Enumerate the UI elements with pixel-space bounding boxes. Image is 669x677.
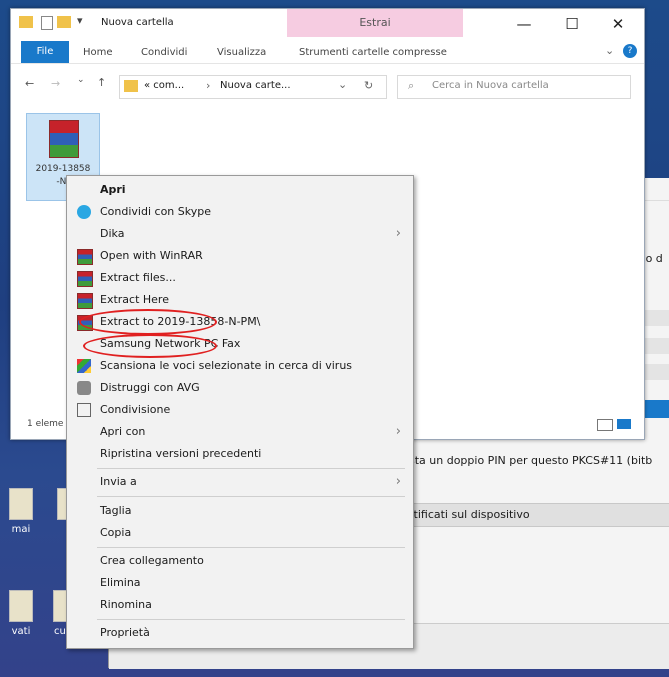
chevron-right-icon: ›: [395, 226, 401, 241]
menu-item-condividi-skype[interactable]: Condividi con Skype: [67, 201, 413, 223]
tab-condividi[interactable]: Condividi: [141, 44, 187, 62]
tab-visualizza[interactable]: Visualizza: [217, 44, 266, 62]
menu-item-label: Taglia: [100, 504, 132, 517]
file-name: 2019-13858: [35, 164, 91, 174]
navigation-bar: ← → ⌄ ↑ « com... › Nuova carte... ⌄ ↻ ⌕ …: [11, 67, 644, 101]
desktop-icon[interactable]: mai: [0, 488, 42, 548]
menu-item-condivisione[interactable]: Condivisione: [67, 399, 413, 421]
title-bar[interactable]: ▾ Nuova cartella Estrai — ☐ ✕: [11, 9, 644, 41]
chevron-right-icon: ›: [395, 474, 401, 489]
menu-item-crea-collegamento[interactable]: Crea collegamento: [67, 550, 413, 572]
menu-item-label: Proprietà: [100, 626, 150, 639]
menu-item-ripristina-versioni[interactable]: Ripristina versioni precedenti: [67, 443, 413, 465]
back-icon[interactable]: ←: [25, 77, 34, 90]
ribbon-context-tab-estrai[interactable]: Estrai: [287, 9, 463, 37]
desktop-icon-label: vati: [11, 626, 31, 637]
menu-item-taglia[interactable]: Taglia: [67, 500, 413, 522]
menu-separator: [97, 496, 405, 497]
winrar-icon: [49, 120, 79, 158]
avg-icon: [77, 359, 91, 373]
menu-item-label: Rinomina: [100, 598, 152, 611]
highlight-oval-samsung-fax: [83, 334, 217, 358]
menu-item-label: Extract Here: [100, 293, 169, 306]
ribbon-expand-icon[interactable]: ⌄: [605, 44, 614, 57]
menu-item-label: Crea collegamento: [100, 554, 204, 567]
search-input[interactable]: Cerca in Nuova cartella: [432, 80, 549, 91]
status-text: 1 eleme: [27, 419, 64, 429]
highlight-oval-extract-to: [79, 309, 217, 335]
desktop-icon-label: mai: [11, 524, 31, 535]
menu-item-label: Extract files...: [100, 271, 176, 284]
menu-item-label: Condivisione: [100, 403, 171, 416]
menu-item-label: Open with WinRAR: [100, 249, 203, 262]
help-icon[interactable]: ?: [623, 44, 637, 58]
close-button[interactable]: ✕: [595, 9, 641, 39]
ribbon-tabs: File Home Condividi Visualizza Strumenti…: [11, 41, 644, 64]
menu-item-label: Elimina: [100, 576, 141, 589]
folder-icon: [19, 16, 33, 28]
menu-item-distruggi-avg[interactable]: Distruggi con AVG: [67, 377, 413, 399]
context-menu: Apri Condividi con Skype Dika › Open with…: [66, 175, 414, 649]
winrar-icon: [77, 249, 93, 265]
menu-separator: [97, 547, 405, 548]
menu-item-apri[interactable]: Apri: [67, 179, 413, 201]
menu-item-elimina[interactable]: Elimina: [67, 572, 413, 594]
address-separator: ›: [206, 79, 211, 92]
shredder-icon: [77, 381, 91, 395]
menu-separator: [97, 468, 405, 469]
menu-separator: [97, 619, 405, 620]
skype-icon: [77, 205, 91, 219]
refresh-icon[interactable]: ↻: [364, 79, 373, 92]
recent-locations-icon[interactable]: ⌄: [77, 75, 85, 85]
search-icon: ⌕: [408, 79, 415, 92]
menu-item-proprieta[interactable]: Proprietà: [67, 622, 413, 644]
tab-home[interactable]: Home: [83, 44, 113, 62]
desktop-icon[interactable]: vati: [0, 590, 42, 650]
large-icons-view-icon[interactable]: [617, 419, 631, 429]
menu-item-label: Apri: [100, 183, 126, 196]
menu-item-invia-a[interactable]: Invia a ›: [67, 471, 413, 493]
up-icon[interactable]: ↑: [97, 76, 106, 89]
menu-item-extract-files[interactable]: Extract files...: [67, 267, 413, 289]
cert-text: rtificati sul dispositivo: [409, 508, 530, 521]
pin-text: sta un doppio PIN per questo PKCS#11 (bi…: [409, 454, 653, 467]
quick-access-dropdown-icon[interactable]: ▾: [77, 14, 83, 27]
menu-item-rinomina[interactable]: Rinomina: [67, 594, 413, 616]
address-bar[interactable]: « com... › Nuova carte... ⌄ ↻: [119, 75, 387, 99]
details-view-icon[interactable]: [597, 419, 613, 431]
properties-icon[interactable]: [41, 16, 53, 30]
folder-icon: [124, 80, 138, 92]
minimize-button[interactable]: —: [501, 9, 547, 39]
menu-item-scansiona-virus[interactable]: Scansiona le voci selezionate in cerca d…: [67, 355, 413, 377]
winrar-icon: [77, 271, 93, 287]
address-folder[interactable]: Nuova carte...: [220, 80, 291, 91]
menu-item-open-with-winrar[interactable]: Open with WinRAR: [67, 245, 413, 267]
menu-item-label: Ripristina versioni precedenti: [100, 447, 262, 460]
winrar-icon: [77, 293, 93, 309]
chevron-right-icon: ›: [395, 424, 401, 439]
address-prefix[interactable]: « com...: [144, 80, 184, 91]
menu-item-label: Invia a: [100, 475, 137, 488]
share-icon: [77, 403, 91, 417]
menu-item-label: Scansiona le voci selezionate in cerca d…: [100, 359, 353, 372]
menu-item-copia[interactable]: Copia: [67, 522, 413, 544]
maximize-button[interactable]: ☐: [549, 9, 595, 39]
forward-icon[interactable]: →: [51, 77, 60, 90]
menu-item-dika[interactable]: Dika ›: [67, 223, 413, 245]
menu-item-label: Condividi con Skype: [100, 205, 211, 218]
menu-item-label: Copia: [100, 526, 132, 539]
new-folder-icon[interactable]: [57, 16, 71, 28]
address-dropdown-icon[interactable]: ⌄: [338, 78, 347, 91]
tab-strumenti-cartelle-compresse[interactable]: Strumenti cartelle compresse: [299, 44, 447, 62]
window-title: Nuova cartella: [101, 17, 174, 28]
menu-item-extract-here[interactable]: Extract Here: [67, 289, 413, 311]
menu-item-label: Apri con: [100, 425, 146, 438]
menu-item-label: Distruggi con AVG: [100, 381, 200, 394]
tab-file[interactable]: File: [21, 41, 69, 63]
search-box[interactable]: ⌕ Cerca in Nuova cartella: [397, 75, 631, 99]
menu-item-label: Dika: [100, 227, 125, 240]
menu-item-apri-con[interactable]: Apri con ›: [67, 421, 413, 443]
